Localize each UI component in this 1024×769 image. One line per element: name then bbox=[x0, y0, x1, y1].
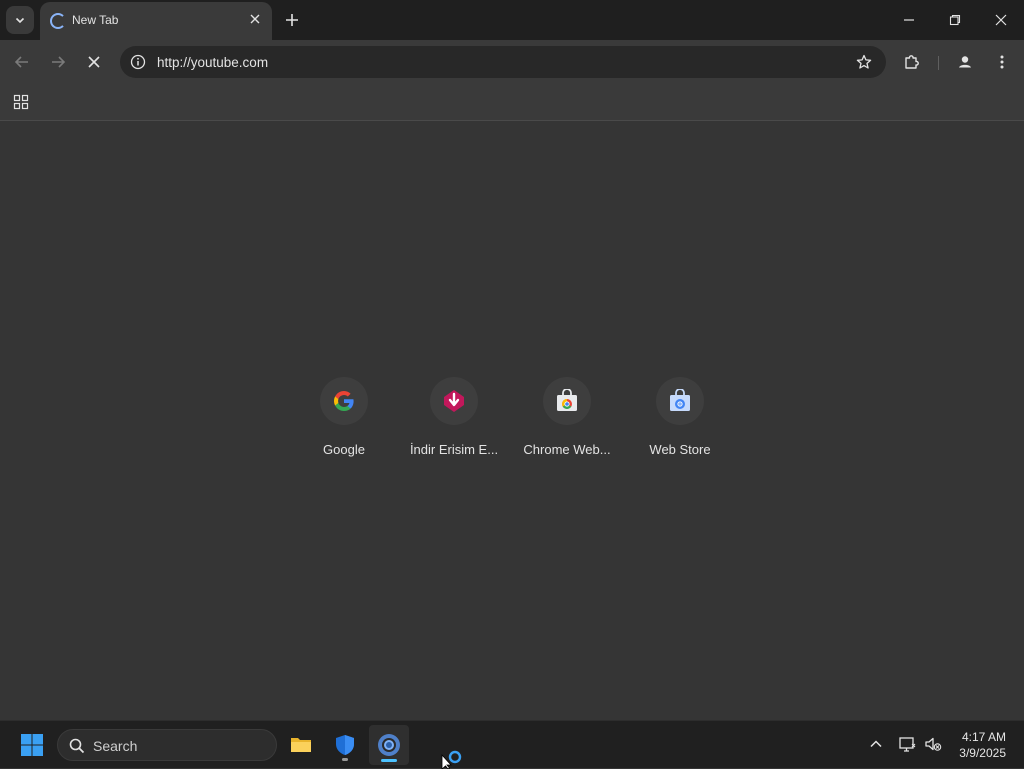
folder-icon bbox=[291, 738, 311, 752]
windows-logo-icon bbox=[21, 734, 43, 756]
back-button[interactable] bbox=[8, 48, 36, 76]
chevron-down-icon bbox=[15, 17, 25, 24]
profile-icon bbox=[956, 53, 974, 71]
arrow-right-icon bbox=[52, 56, 66, 68]
close-icon bbox=[250, 14, 260, 24]
network-icon bbox=[899, 737, 916, 752]
minimize-icon bbox=[904, 19, 914, 21]
profile-button[interactable] bbox=[951, 48, 979, 76]
web-store-icon bbox=[670, 389, 690, 411]
bookmark-star-button[interactable] bbox=[854, 52, 874, 72]
system-clock[interactable]: 4:17 AM 3/9/2025 bbox=[959, 729, 1006, 761]
close-window-button[interactable] bbox=[978, 0, 1024, 40]
start-button[interactable] bbox=[12, 725, 52, 765]
loading-spinner-icon bbox=[50, 13, 66, 29]
chrome-taskbar-button[interactable] bbox=[369, 725, 409, 765]
download-icon bbox=[444, 390, 464, 412]
close-icon bbox=[88, 56, 100, 68]
network-status-button[interactable] bbox=[894, 731, 920, 757]
minimize-button[interactable] bbox=[886, 0, 932, 40]
forward-button[interactable] bbox=[44, 48, 72, 76]
show-hidden-icons-button[interactable] bbox=[863, 731, 889, 757]
shortcut-label: Web Store bbox=[649, 442, 711, 457]
tab-new-tab[interactable]: New Tab bbox=[40, 2, 272, 40]
taskbar-search[interactable]: Search bbox=[57, 729, 277, 761]
plus-icon bbox=[286, 14, 298, 26]
taskbar: Search 4:17 AM 3/9/2025 bbox=[0, 720, 1024, 769]
info-icon bbox=[130, 54, 146, 70]
search-placeholder: Search bbox=[93, 738, 138, 754]
menu-button[interactable] bbox=[988, 48, 1016, 76]
address-bar[interactable]: http://youtube.com bbox=[120, 46, 886, 78]
puzzle-icon bbox=[905, 55, 919, 69]
arrow-left-icon bbox=[14, 56, 28, 68]
shortcut-icon-container bbox=[430, 377, 478, 425]
chrome-web-store-icon bbox=[557, 389, 577, 411]
url-text[interactable]: http://youtube.com bbox=[157, 55, 268, 70]
shortcut-icon-container bbox=[543, 377, 591, 425]
bookmarks-bar bbox=[0, 84, 1024, 121]
security-app-button[interactable] bbox=[325, 725, 365, 765]
shortcut-chrome-web[interactable]: Chrome Web... bbox=[511, 374, 623, 470]
busy-cursor-icon bbox=[441, 750, 462, 769]
clock-date: 3/9/2025 bbox=[959, 746, 1006, 760]
shortcut-icon-container bbox=[320, 377, 368, 425]
shortcut-indir-erisim[interactable]: İndir Erisim E... bbox=[398, 374, 510, 470]
clock-time: 4:17 AM bbox=[961, 730, 1006, 744]
browser-toolbar: http://youtube.com bbox=[0, 40, 1024, 84]
close-icon bbox=[995, 14, 1007, 26]
active-indicator bbox=[381, 759, 397, 762]
star-icon bbox=[856, 54, 872, 69]
file-explorer-button[interactable] bbox=[281, 725, 321, 765]
apps-button[interactable] bbox=[10, 91, 32, 113]
google-icon bbox=[334, 391, 354, 411]
volume-button[interactable] bbox=[920, 731, 946, 757]
chevron-up-icon bbox=[870, 740, 882, 748]
shortcut-label: Google bbox=[323, 442, 365, 457]
shield-icon bbox=[336, 735, 354, 755]
tab-close-button[interactable] bbox=[246, 10, 264, 28]
site-info-button[interactable] bbox=[126, 50, 150, 74]
restore-icon bbox=[949, 14, 961, 26]
more-vertical-icon bbox=[1000, 55, 1004, 69]
shortcut-icon-container bbox=[656, 377, 704, 425]
apps-grid-icon bbox=[13, 94, 29, 110]
shortcut-label: İndir Erisim E... bbox=[409, 442, 499, 457]
extensions-button[interactable] bbox=[898, 48, 926, 76]
stop-loading-button[interactable] bbox=[80, 48, 108, 76]
toolbar-separator bbox=[938, 56, 939, 70]
chrome-icon bbox=[378, 734, 400, 756]
new-tab-page: Google İndir Erisim E... Chrome Web... W… bbox=[0, 122, 1024, 720]
search-icon bbox=[69, 738, 85, 754]
speaker-muted-icon bbox=[925, 737, 942, 751]
shortcut-web-store[interactable]: Web Store bbox=[624, 374, 736, 470]
restore-button[interactable] bbox=[932, 0, 978, 40]
running-indicator bbox=[342, 758, 348, 761]
tab-strip: New Tab bbox=[0, 0, 1024, 40]
new-tab-button[interactable] bbox=[280, 8, 304, 32]
shortcut-label: Chrome Web... bbox=[523, 442, 611, 457]
tab-search-button[interactable] bbox=[6, 6, 34, 34]
shortcut-google[interactable]: Google bbox=[288, 374, 400, 470]
tab-title: New Tab bbox=[72, 13, 119, 27]
